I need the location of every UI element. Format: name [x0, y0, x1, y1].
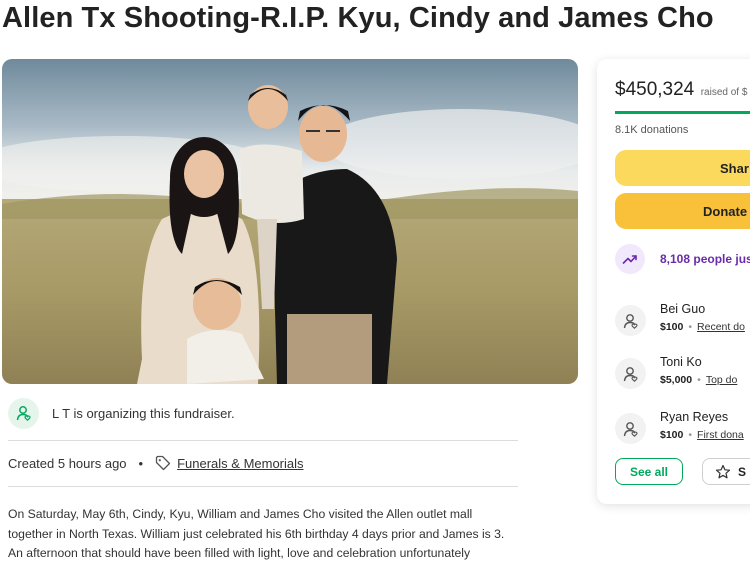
raised-summary: $450,324 raised of $ — [615, 79, 747, 101]
donor-item: Bei Guo $100 • Recent do — [615, 302, 745, 336]
category-link[interactable]: Funerals & Memorials — [177, 456, 303, 471]
divider — [8, 440, 518, 441]
story-text: On Saturday, May 6th, Cindy, Kyu, Willia… — [8, 507, 505, 560]
donor-name: Toni Ko — [660, 355, 702, 369]
progress-fill — [615, 111, 750, 114]
trending-text: 8,108 people jus — [660, 252, 750, 266]
trending-up-icon — [615, 244, 645, 274]
user-heart-icon — [8, 397, 39, 429]
organizer-text: L T is organizing this fundraiser. — [52, 405, 235, 421]
top-donations-label: S — [738, 464, 747, 479]
user-heart-icon — [615, 413, 646, 444]
donation-sidebar: $450,324 raised of $ 8.1K donations Shar… — [597, 59, 750, 504]
donor-amount: $100 — [660, 429, 684, 441]
separator-dot: • — [688, 429, 693, 441]
trending-banner: 8,108 people jus — [615, 244, 750, 274]
donor-tag[interactable]: Top do — [706, 374, 738, 386]
donor-tag[interactable]: Recent do — [697, 321, 745, 333]
donor-name: Ryan Reyes — [660, 410, 729, 424]
campaign-title: Allen Tx Shooting-R.I.P. Kyu, Cindy and … — [2, 2, 714, 34]
star-icon — [715, 464, 731, 480]
donations-count: 8.1K donations — [615, 124, 689, 136]
created-time: Created 5 hours ago — [8, 455, 127, 471]
top-donations-button[interactable]: S — [702, 458, 750, 485]
user-heart-icon — [615, 305, 646, 336]
user-heart-icon — [615, 358, 646, 389]
share-button[interactable]: Shar — [615, 150, 750, 186]
donor-tag[interactable]: First dona — [697, 429, 744, 441]
separator-dot: • — [138, 455, 144, 471]
donor-item: Ryan Reyes $100 • First dona — [615, 410, 744, 444]
organizer-row: L T is organizing this fundraiser. — [8, 396, 518, 430]
tag-icon — [155, 455, 171, 471]
campaign-hero-photo — [2, 59, 578, 384]
progress-bar — [615, 111, 750, 114]
donor-item: Toni Ko $5,000 • Top do — [615, 355, 737, 389]
donor-name: Bei Guo — [660, 302, 706, 316]
separator-dot: • — [697, 374, 701, 386]
donate-button[interactable]: Donate — [615, 193, 750, 229]
divider — [8, 486, 518, 487]
donor-amount: $5,000 — [660, 374, 693, 386]
donor-amount: $100 — [660, 321, 684, 333]
raised-of-goal: raised of $ — [700, 87, 748, 98]
separator-dot: • — [688, 321, 693, 333]
campaign-meta: Created 5 hours ago • Funerals & Memoria… — [8, 455, 304, 471]
raised-amount: $450,324 — [615, 79, 695, 100]
see-all-button[interactable]: See all — [615, 458, 683, 485]
